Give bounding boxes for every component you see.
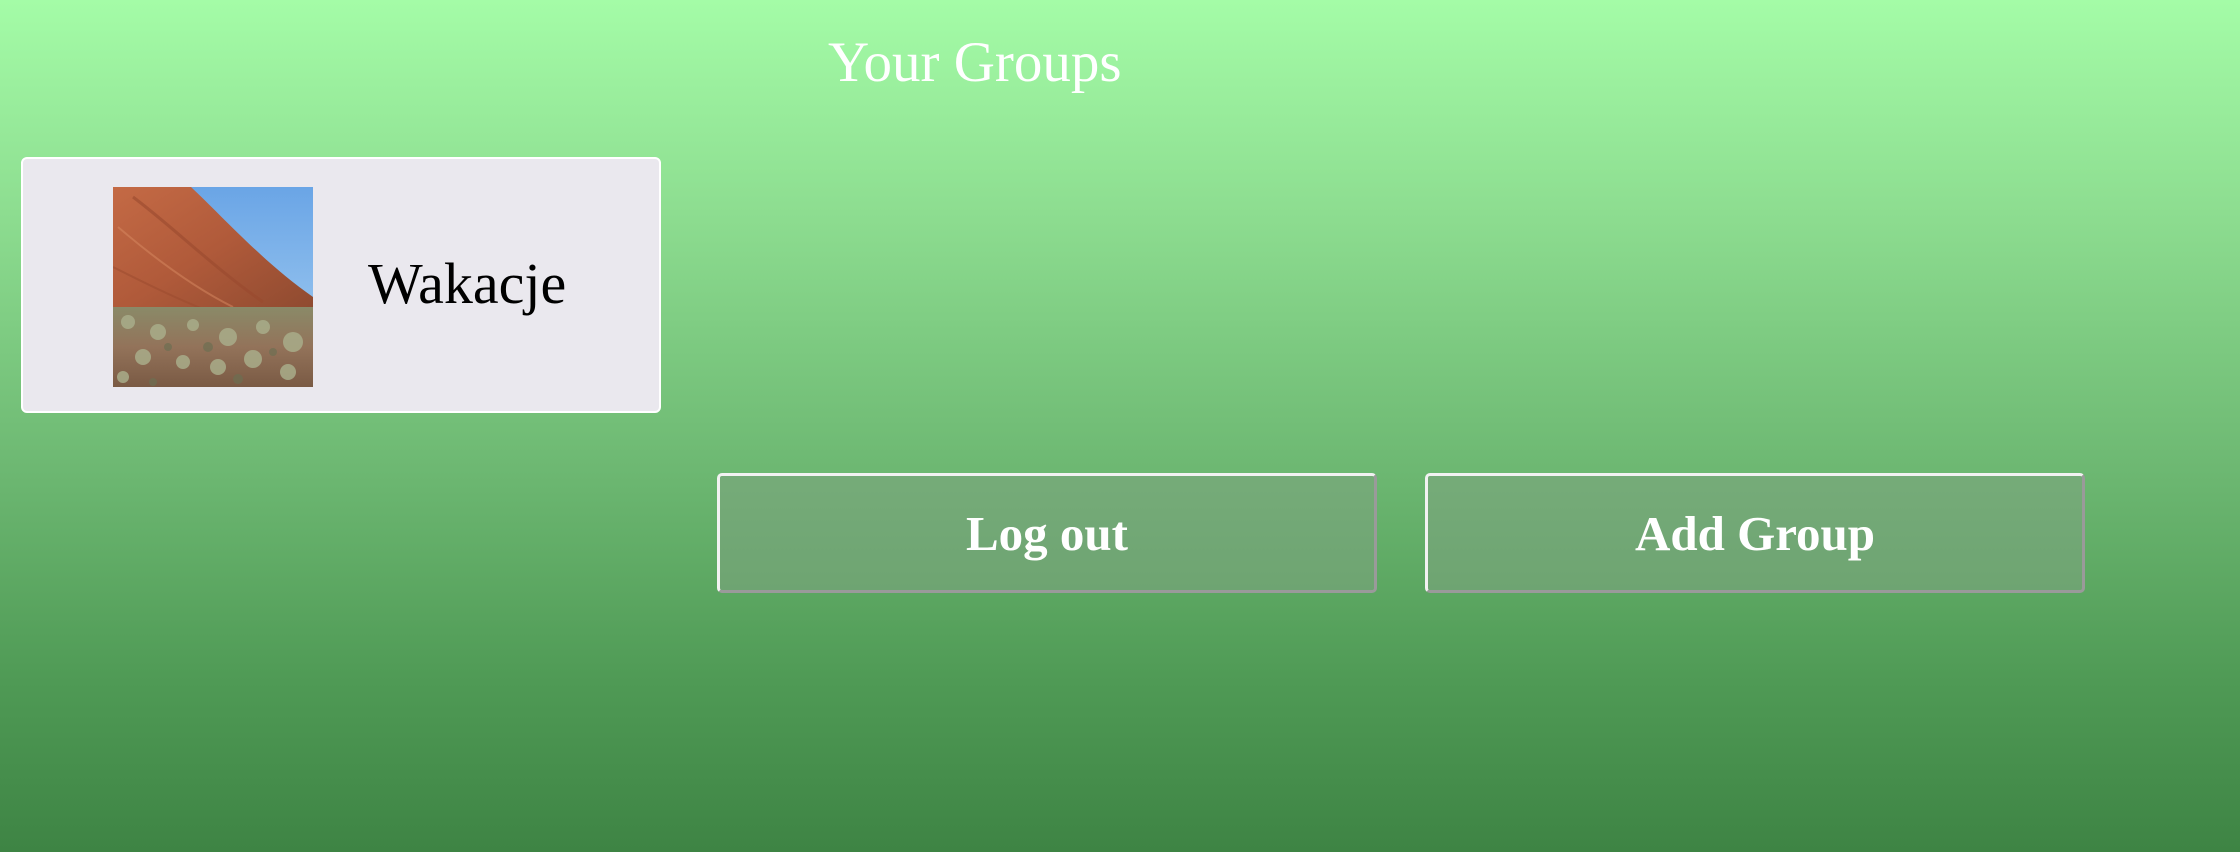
logout-button[interactable]: Log out: [717, 473, 1377, 593]
group-name: Wakacje: [368, 251, 567, 316]
group-card-wakacje[interactable]: Wakacje: [21, 157, 661, 413]
add-group-button[interactable]: Add Group: [1425, 473, 2085, 593]
page-title: Your Groups: [828, 31, 1122, 94]
desert-rock-photo-icon: [113, 187, 313, 387]
group-image: [113, 187, 313, 387]
